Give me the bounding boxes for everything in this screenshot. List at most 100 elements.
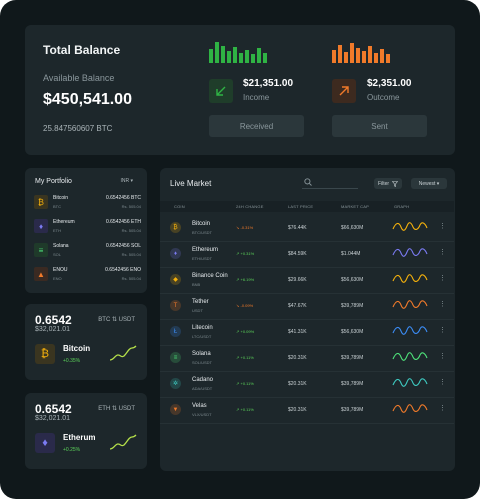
coin-name: Velas (192, 403, 207, 409)
live-market-card: Live Market Filter Newest ▾ COIN 24H CHA… (160, 168, 455, 471)
more-options-icon[interactable]: ⋮ (439, 249, 446, 256)
col-last-price: LAST PRICE (288, 204, 314, 209)
funnel-icon (392, 180, 399, 187)
more-options-icon[interactable]: ⋮ (439, 327, 446, 334)
portfolio-item[interactable]: ₿ Bitcoin BTC 0.6542456 BTC Rs. 505.04 (31, 192, 141, 212)
more-options-icon[interactable]: ⋮ (439, 379, 446, 386)
total-balance-card: Total Balance Available Balance $450,541… (25, 25, 455, 155)
income-bar (215, 42, 219, 63)
ethereum-icon: ♦ (35, 433, 55, 453)
market-row[interactable]: ◆ Binance Coin BNB ↗ +6.19% $29.66K $56,630M ⋮ (160, 267, 454, 294)
coin-sparkline (392, 404, 428, 413)
coin-change-value: +0.11% (240, 381, 254, 386)
portfolio-coin-name: Solana (53, 243, 69, 249)
coin-icon: Ł (170, 326, 181, 337)
more-options-icon[interactable]: ⋮ (439, 353, 446, 360)
coin-sparkline (392, 222, 428, 231)
portfolio-item[interactable]: ▲ ENOU ENO 0.6542456 ENO Rs. 505.04 (31, 264, 141, 284)
portfolio-item[interactable]: ♦ Ethereum ETH 0.6542456 ETH Rs. 505.04 (31, 216, 141, 236)
coin-last-price: $20.31K (288, 355, 307, 361)
coin-name: Ethereum (192, 247, 219, 253)
bitcoin-icon: ₿ (34, 195, 48, 209)
coin-change: ↗ +0.11% (236, 407, 254, 412)
outcome-label: Outcome (367, 93, 400, 102)
coin-change-value: +0.11% (240, 355, 254, 360)
coin-pair: SOL/USDT (192, 360, 213, 365)
coin-change: ↘ -0.31% (236, 225, 253, 230)
filter-button[interactable]: Filter (374, 178, 402, 189)
coin-pair: VLX/USDT (192, 412, 212, 417)
portfolio-coin-name: Bitcoin (53, 195, 69, 201)
coin-change: ↗ +6.19% (236, 277, 254, 282)
more-options-icon[interactable]: ⋮ (439, 301, 446, 308)
mini-price: 0.6542 (35, 313, 72, 327)
portfolio-coin-amount: 0.6542456 ENO (105, 267, 141, 273)
bitcoin-icon: ₿ (35, 344, 55, 364)
coin-sparkline (392, 352, 428, 361)
market-row[interactable]: ₿ Bitcoin BTC/USDT ↘ -0.31% $76.44K $66,630M ⋮ (160, 215, 454, 242)
market-row[interactable]: ♦ Ethereum ETH/USDT ↗ +0.31% $84.59K $1.044M ⋮ (160, 241, 454, 268)
trend-down-icon: ↘ (236, 303, 240, 308)
coin-last-price: $41.31K (288, 329, 307, 335)
market-row[interactable]: ✲ Cadano ADA/USDT ↗ +0.11% $20.31K $39,789M ⋮ (160, 371, 454, 398)
coin-sparkline (392, 326, 428, 335)
coin-name: Binance Coin (192, 273, 228, 279)
income-bar (239, 53, 243, 63)
coin-last-price: $84.59K (288, 251, 307, 257)
coin-change-value: +6.19% (240, 277, 255, 282)
portfolio-coin-symbol: ENO (53, 276, 62, 281)
mini-usd: $32,021.01 (35, 415, 71, 422)
mini-pair: ETH ⇅ USDT (98, 406, 135, 412)
balance-title: Total Balance (43, 43, 121, 57)
market-row[interactable]: Ł Litecoin LTC/USDT ↗ +0.09% $41.31K $56,630M… (160, 319, 454, 346)
enou-icon: ▲ (34, 267, 48, 281)
outcome-bar (386, 54, 390, 63)
coin-icon: ✲ (170, 378, 181, 389)
market-row[interactable]: ▼ Velas VLX/USDT ↗ +0.11% $20.31K $39,789M ⋮ (160, 397, 454, 424)
trend-up-icon: ↗ (236, 355, 240, 360)
mini-price: 0.6542 (35, 402, 72, 416)
available-balance-label: Available Balance (43, 73, 115, 83)
currency-select[interactable]: INR ▾ (120, 178, 133, 184)
income-bar (227, 51, 231, 63)
portfolio-coin-amount: 0.6542456 SOL (105, 243, 141, 249)
coin-market-cap: $39,789M (341, 355, 364, 361)
portfolio-item[interactable]: ≡ Solana SOL 0.6542456 SOL Rs. 505.04 (31, 240, 141, 260)
income-bar (233, 47, 237, 63)
income-bar (245, 50, 249, 63)
coin-pair: ETH/USDT (192, 256, 212, 261)
coin-icon: ≡ (170, 352, 181, 363)
coin-change: ↗ +0.11% (236, 355, 254, 360)
mini-pair: BTC ⇅ USDT (98, 317, 135, 323)
coin-name: Cadano (192, 377, 214, 383)
more-options-icon[interactable]: ⋮ (439, 223, 446, 230)
received-button[interactable]: Received (209, 115, 304, 137)
outcome-bar (350, 43, 354, 63)
trend-up-icon: ↗ (236, 277, 240, 282)
portfolio-coin-name: ENOU (53, 267, 68, 273)
chevron-down-icon: ▾ (130, 178, 133, 184)
market-row[interactable]: ≡ Solana SOL/USDT ↗ +0.11% $20.31K $39,789M ⋮ (160, 345, 454, 372)
coin-market-cap: $66,630M (341, 225, 364, 231)
ethereum-mini-card[interactable]: 0.6542 ETH ⇅ USDT $32,021.01 ♦ Etherum +… (25, 393, 147, 469)
filter-label: Filter (377, 180, 390, 187)
portfolio-title: My Portfolio (35, 178, 72, 185)
search-input[interactable] (302, 176, 358, 189)
more-options-icon[interactable]: ⋮ (439, 275, 446, 282)
market-row[interactable]: T Tether USDT ↘ -0.09% $47.67K $39,789M ⋮ (160, 293, 454, 320)
trend-up-icon: ↗ (236, 381, 240, 386)
sent-button[interactable]: Sent (332, 115, 427, 137)
coin-name: Bitcoin (192, 221, 211, 227)
balance-btc: 25.847560607 BTC (43, 124, 113, 133)
coin-sparkline (392, 378, 428, 387)
trend-up-icon: ↗ (236, 329, 240, 334)
more-options-icon[interactable]: ⋮ (439, 405, 446, 412)
coin-change-value: +0.11% (240, 407, 254, 412)
portfolio-coin-symbol: ETH (53, 228, 61, 233)
income-arrow-icon (209, 79, 233, 103)
income-bars (209, 39, 267, 63)
bitcoin-mini-card[interactable]: 0.6542 BTC ⇅ USDT $32,021.01 ₿ Bitcoin +… (25, 304, 147, 380)
outcome-bar (374, 53, 378, 63)
portfolio-coin-fiat: Rs. 505.04 (121, 204, 141, 209)
sort-dropdown[interactable]: Newest ▾ (411, 178, 447, 189)
